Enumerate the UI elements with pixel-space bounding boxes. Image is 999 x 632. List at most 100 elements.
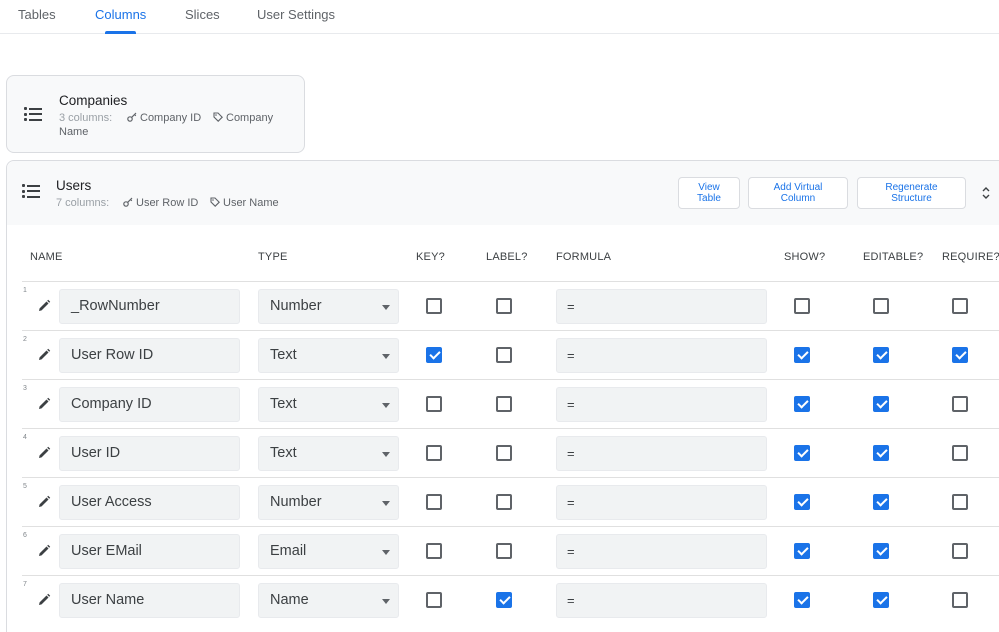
add-virtual-column-button[interactable]: Add Virtual Column <box>748 177 848 209</box>
column-name-input[interactable]: User EMail <box>59 534 240 569</box>
tab-slices[interactable]: Slices <box>185 7 220 22</box>
row-divider <box>22 281 999 282</box>
list-icon <box>24 107 42 121</box>
tab-columns[interactable]: Columns <box>95 7 146 22</box>
editable-checkbox[interactable] <box>873 494 889 510</box>
column-type-select[interactable]: Name <box>258 583 399 618</box>
key-checkbox[interactable] <box>426 298 442 314</box>
expand-collapse-icon[interactable] <box>981 186 991 200</box>
column-name-input[interactable]: User Name <box>59 583 240 618</box>
column-type-select[interactable]: Text <box>258 338 399 373</box>
regenerate-structure-button[interactable]: Regenerate Structure <box>857 177 966 209</box>
column-name-input[interactable]: Company ID <box>59 387 240 422</box>
active-tab-indicator <box>105 31 136 34</box>
row-divider <box>22 428 999 429</box>
key-checkbox[interactable] <box>426 347 442 363</box>
key-checkbox[interactable] <box>426 445 442 461</box>
column-type-value: Number <box>270 298 322 314</box>
label-checkbox[interactable] <box>496 592 512 608</box>
key-checkbox[interactable] <box>426 543 442 559</box>
column-type-value: Text <box>270 445 297 461</box>
require-checkbox[interactable] <box>952 298 968 314</box>
label-checkbox[interactable] <box>496 347 512 363</box>
dropdown-arrow-icon <box>382 501 390 506</box>
label-checkbox[interactable] <box>496 298 512 314</box>
pencil-icon[interactable] <box>37 446 51 460</box>
show-checkbox[interactable] <box>794 445 810 461</box>
column-type-value: Text <box>270 347 297 363</box>
tab-tables[interactable]: Tables <box>18 7 56 22</box>
show-checkbox[interactable] <box>794 347 810 363</box>
key-checkbox[interactable] <box>426 592 442 608</box>
column-type-select[interactable]: Text <box>258 387 399 422</box>
show-checkbox[interactable] <box>794 543 810 559</box>
dropdown-arrow-icon <box>382 452 390 457</box>
editable-checkbox[interactable] <box>873 396 889 412</box>
formula-input[interactable]: = <box>556 436 767 471</box>
label-checkbox[interactable] <box>496 494 512 510</box>
editable-checkbox[interactable] <box>873 298 889 314</box>
label-checkbox[interactable] <box>496 543 512 559</box>
require-checkbox[interactable] <box>952 347 968 363</box>
users-column-count: 7 columns: <box>56 197 110 209</box>
key-checkbox[interactable] <box>426 494 442 510</box>
tab-user-settings[interactable]: User Settings <box>257 7 335 22</box>
formula-input[interactable]: = <box>556 534 767 569</box>
show-checkbox[interactable] <box>794 396 810 412</box>
top-tab-bar: Tables Columns Slices User Settings <box>0 0 999 34</box>
column-name-input[interactable]: User Row ID <box>59 338 240 373</box>
row-number: 5 <box>23 483 27 490</box>
require-checkbox[interactable] <box>952 543 968 559</box>
require-checkbox[interactable] <box>952 396 968 412</box>
view-table-button[interactable]: View Table <box>678 177 740 209</box>
column-name-input[interactable]: User ID <box>59 436 240 471</box>
show-checkbox[interactable] <box>794 298 810 314</box>
column-type-select[interactable]: Number <box>258 289 399 324</box>
column-name-input[interactable]: _RowNumber <box>59 289 240 324</box>
formula-input[interactable]: = <box>556 485 767 520</box>
pencil-icon[interactable] <box>37 593 51 607</box>
row-number: 4 <box>23 434 27 441</box>
formula-input[interactable]: = <box>556 583 767 618</box>
companies-key-column: Company ID <box>127 112 201 124</box>
list-icon <box>22 184 40 198</box>
label-checkbox[interactable] <box>496 445 512 461</box>
row-number: 2 <box>23 336 27 343</box>
column-type-select[interactable]: Number <box>258 485 399 520</box>
dropdown-arrow-icon <box>382 550 390 555</box>
row-number: 1 <box>23 287 27 294</box>
pencil-icon[interactable] <box>37 495 51 509</box>
pencil-icon[interactable] <box>37 348 51 362</box>
row-number: 7 <box>23 581 27 588</box>
row-divider <box>22 526 999 527</box>
pencil-icon[interactable] <box>37 299 51 313</box>
column-name-input[interactable]: User Access <box>59 485 240 520</box>
dropdown-arrow-icon <box>382 403 390 408</box>
tag-icon <box>213 112 223 122</box>
column-type-select[interactable]: Text <box>258 436 399 471</box>
formula-input[interactable]: = <box>556 387 767 422</box>
editable-checkbox[interactable] <box>873 445 889 461</box>
header-formula: FORMULA <box>556 251 612 263</box>
dropdown-arrow-icon <box>382 305 390 310</box>
header-key: KEY? <box>416 251 445 263</box>
header-editable: EDITABLE? <box>863 251 924 263</box>
users-title: Users <box>56 178 92 193</box>
label-checkbox[interactable] <box>496 396 512 412</box>
require-checkbox[interactable] <box>952 494 968 510</box>
editable-checkbox[interactable] <box>873 543 889 559</box>
companies-label-column: Company <box>213 112 273 124</box>
require-checkbox[interactable] <box>952 592 968 608</box>
users-card-header[interactable] <box>7 161 999 225</box>
pencil-icon[interactable] <box>37 544 51 558</box>
formula-input[interactable]: = <box>556 338 767 373</box>
editable-checkbox[interactable] <box>873 347 889 363</box>
pencil-icon[interactable] <box>37 397 51 411</box>
show-checkbox[interactable] <box>794 494 810 510</box>
require-checkbox[interactable] <box>952 445 968 461</box>
show-checkbox[interactable] <box>794 592 810 608</box>
formula-input[interactable]: = <box>556 289 767 324</box>
key-checkbox[interactable] <box>426 396 442 412</box>
column-type-select[interactable]: Email <box>258 534 399 569</box>
editable-checkbox[interactable] <box>873 592 889 608</box>
